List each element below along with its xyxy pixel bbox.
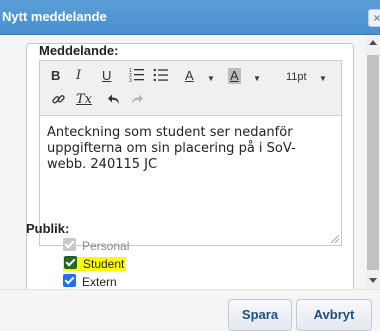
audience-option-student[interactable]: Student bbox=[63, 256, 126, 271]
redo-icon bbox=[132, 94, 143, 104]
extern-label: Extern bbox=[82, 275, 117, 289]
dialog-title: Nytt meddelande bbox=[2, 9, 107, 24]
extern-checkbox[interactable] bbox=[63, 274, 76, 287]
editor-toolbar: B I U 1 2 3 A ▼ A ▼ 11pt ▼ Tx bbox=[40, 61, 341, 116]
dialog-titlebar[interactable]: Nytt meddelande × bbox=[0, 0, 380, 35]
new-message-dialog: Nytt meddelande × Meddelande: B I U 1 2 … bbox=[0, 0, 380, 331]
link-button[interactable] bbox=[51, 92, 66, 111]
cancel-button[interactable]: Avbryt bbox=[296, 299, 372, 331]
personal-label: Personal bbox=[82, 239, 130, 253]
message-text-area[interactable]: Anteckning som student ser nedanför uppg… bbox=[47, 125, 332, 173]
clear-format-button[interactable]: Tx bbox=[76, 92, 92, 108]
underline-button[interactable]: U bbox=[102, 68, 111, 84]
italic-button[interactable]: I bbox=[76, 68, 81, 84]
bullet-list-button[interactable] bbox=[153, 67, 169, 87]
scroll-down-icon[interactable] bbox=[369, 278, 377, 283]
background-color-label: A bbox=[228, 68, 241, 84]
personal-checkbox bbox=[63, 238, 76, 251]
vertical-scrollbar[interactable] bbox=[366, 35, 380, 289]
numbered-list-icon: 1 2 3 bbox=[129, 68, 144, 84]
link-icon bbox=[52, 95, 65, 104]
font-size-select[interactable]: 11pt bbox=[286, 69, 307, 85]
undo-icon bbox=[108, 94, 119, 104]
font-size-caret-icon[interactable]: ▼ bbox=[319, 71, 327, 87]
dialog-footer: Spara Avbryt bbox=[0, 289, 380, 331]
font-color-caret-icon[interactable]: ▼ bbox=[207, 71, 215, 87]
save-button[interactable]: Spara bbox=[228, 299, 292, 331]
redo-button[interactable] bbox=[130, 93, 144, 110]
message-label: Meddelande: bbox=[39, 43, 119, 58]
close-icon[interactable]: × bbox=[368, 9, 380, 27]
dialog-content: Meddelande: B I U 1 2 3 A ▼ A ▼ 11pt ▼ T… bbox=[0, 35, 366, 289]
svg-text:3: 3 bbox=[129, 78, 132, 83]
undo-button[interactable] bbox=[107, 93, 121, 110]
scroll-thumb[interactable] bbox=[367, 55, 379, 270]
audience-option-personal: Personal bbox=[63, 238, 130, 253]
audience-label: Publik: bbox=[26, 221, 70, 236]
numbered-list-button[interactable]: 1 2 3 bbox=[129, 67, 145, 87]
audience-option-extern[interactable]: Extern bbox=[63, 274, 117, 289]
background-color-button[interactable]: A bbox=[228, 68, 241, 84]
clear-format-label: Tx bbox=[76, 92, 93, 107]
font-color-button[interactable]: A bbox=[185, 68, 194, 84]
resize-handle-icon[interactable] bbox=[331, 235, 339, 243]
background-color-caret-icon[interactable]: ▼ bbox=[253, 71, 261, 87]
rich-text-editor: B I U 1 2 3 A ▼ A ▼ 11pt ▼ Tx Anteckning… bbox=[39, 60, 342, 246]
student-checkbox[interactable] bbox=[64, 256, 77, 269]
bullet-list-icon bbox=[153, 68, 168, 82]
student-highlight: Student bbox=[63, 256, 126, 271]
scroll-up-icon[interactable] bbox=[369, 40, 377, 45]
bold-button[interactable]: B bbox=[51, 68, 60, 84]
student-label: Student bbox=[83, 257, 125, 271]
